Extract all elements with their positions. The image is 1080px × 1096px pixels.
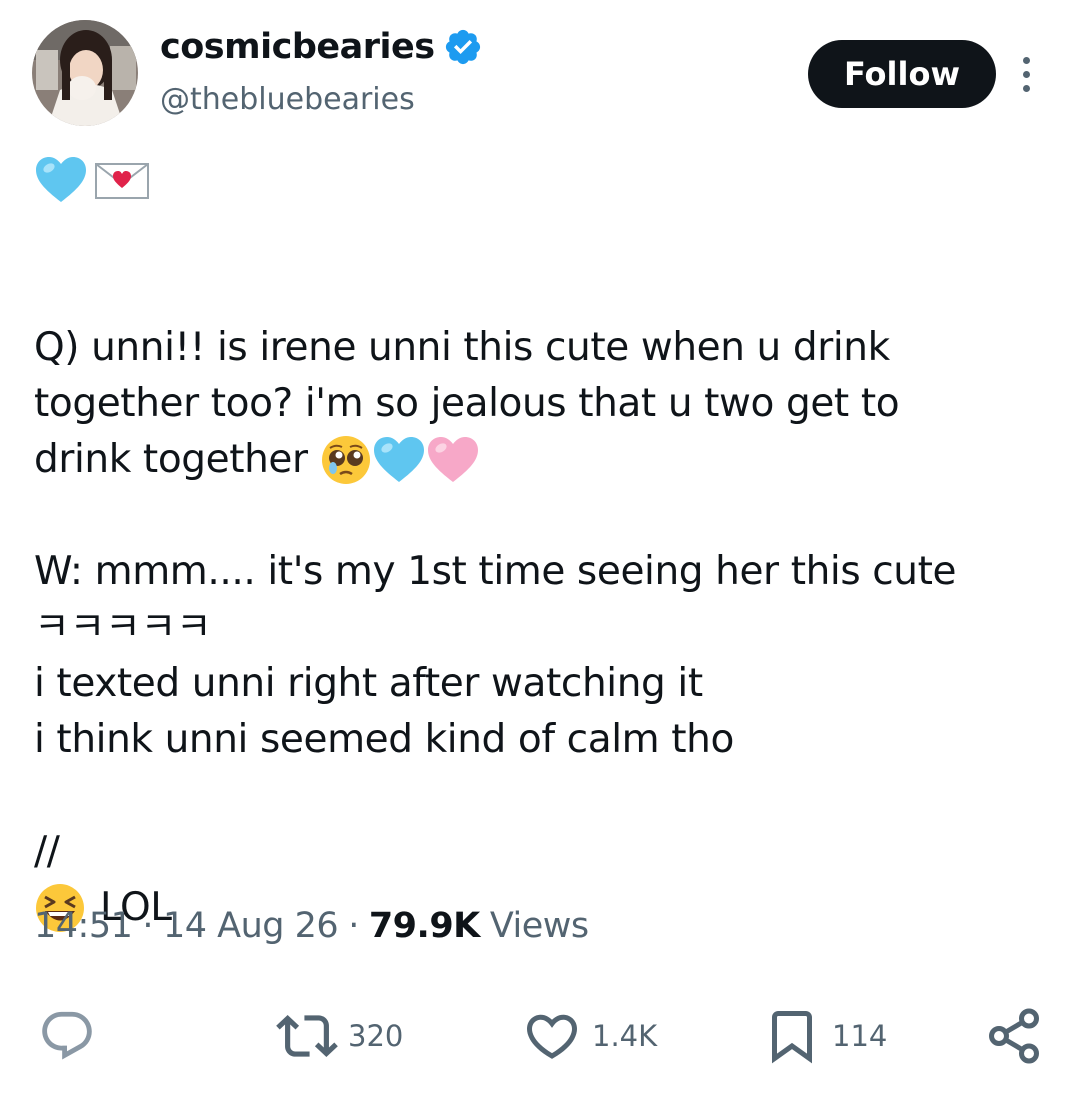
avatar[interactable] [32,20,138,126]
reply-button[interactable] [38,1000,96,1072]
answer-line-1: W: mmm.... it's my 1st time seeing her t… [34,549,957,594]
question-line-3-text: drink together [34,437,308,482]
question-line-2: together too? i'm so jealous that u two … [34,381,900,426]
share-button[interactable] [984,1000,1044,1072]
pleading-face-emoji [321,436,370,484]
display-name-row[interactable]: cosmicbearies [160,24,483,70]
reply-icon [42,1011,92,1060]
like-count: 1.4K [592,1019,658,1053]
meta-separator: · [142,906,154,946]
avatar-photo [32,20,138,126]
emoji-line [34,152,1064,208]
display-name[interactable]: cosmicbearies [160,27,435,67]
tweet-time[interactable]: 14:51 [34,906,133,946]
answer-line-2: ㅋㅋㅋㅋㅋ [34,605,212,650]
question-line-3: drink together [34,432,1064,488]
bookmark-icon [772,1011,812,1064]
views-count[interactable]: 79.9K [369,906,480,946]
more-dot [1022,84,1030,92]
light-blue-heart-emoji [373,437,424,482]
separator-line: // [34,829,60,874]
question-line-1: Q) unni!! is irene unni this cute when u… [34,325,890,370]
tweet-text: Q) unni!! is irene unni this cute when u… [34,152,1064,936]
action-bar: 320 1.4K 114 [0,1000,1080,1072]
more-dot [1022,56,1030,64]
share-icon [989,1008,1039,1064]
retweet-count: 320 [348,1019,404,1053]
love-letter-emoji [95,163,149,199]
bookmark-count: 114 [832,1019,888,1053]
user-handle[interactable]: @thebluebearies [160,82,415,117]
tweet-date[interactable]: 14 Aug 26 [163,906,339,946]
retweet-icon [276,1015,338,1057]
bookmark-button[interactable]: 114 [762,1000,887,1072]
answer-line-4: i think unni seemed kind of calm tho [34,717,734,762]
verified-badge-icon [443,27,483,67]
pink-heart-emoji [427,437,478,482]
answer-line-3: i texted unni right after watching it [34,661,703,706]
heart-icon [526,1014,578,1059]
light-blue-heart-emoji [36,157,86,202]
follow-button[interactable]: Follow [808,40,996,108]
meta-separator: · [348,906,359,946]
tweet-meta: 14:51 · 14 Aug 26 · 79.9K Views [34,906,589,946]
views-label[interactable]: Views [490,906,589,946]
retweet-button[interactable]: 320 [276,1000,403,1072]
like-button[interactable]: 1.4K [522,1000,657,1072]
more-vertical-icon[interactable] [1012,52,1040,96]
more-dot [1022,70,1030,78]
